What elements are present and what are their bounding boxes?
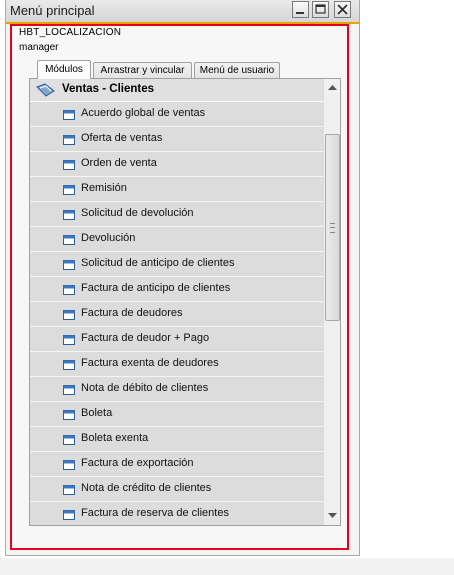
- list-item-label: Factura de deudores: [81, 307, 183, 319]
- list-item[interactable]: Factura de deudores: [30, 302, 323, 327]
- list-item[interactable]: Factura de exportación: [30, 452, 323, 477]
- chevron-up-icon: [327, 85, 337, 90]
- list-item[interactable]: Factura de anticipo de clientes: [30, 277, 323, 302]
- title-bar[interactable]: Menú principal: [6, 0, 359, 24]
- sales-folder-icon: [36, 83, 56, 101]
- list-item-label: Factura de reserva de clientes: [81, 507, 229, 519]
- list-item[interactable]: Orden de venta: [30, 152, 323, 177]
- list-item[interactable]: Solicitud de anticipo de clientes: [30, 252, 323, 277]
- list-item-label: Factura de deudor + Pago: [81, 332, 210, 344]
- list-item-label: Factura exenta de deudores: [81, 357, 219, 369]
- form-icon: [63, 310, 75, 323]
- form-icon: [63, 360, 75, 373]
- list-item[interactable]: Boleta exenta: [30, 427, 323, 452]
- scroll-up-button[interactable]: [325, 80, 339, 96]
- list-item-label: Solicitud de anticipo de clientes: [81, 257, 235, 269]
- list-item-label: Acuerdo global de ventas: [81, 107, 206, 119]
- form-icon: [63, 285, 75, 298]
- list-item[interactable]: Factura exenta de deudores: [30, 352, 323, 377]
- tab-arrastrar-y-vincular[interactable]: Arrastrar y vincular: [93, 62, 192, 78]
- form-icon: [63, 160, 75, 173]
- list-item[interactable]: Oferta de ventas: [30, 127, 323, 152]
- form-icon: [63, 510, 75, 523]
- list-item-label: Solicitud de devolución: [81, 207, 194, 219]
- form-icon: [63, 260, 75, 273]
- list-item[interactable]: Remisión: [30, 177, 323, 202]
- form-icon: [63, 235, 75, 248]
- window-title: Menú principal: [10, 3, 95, 18]
- list-item-label: Nota de crédito de clientes: [81, 482, 212, 494]
- list-item[interactable]: Nota de crédito de clientes: [30, 477, 323, 502]
- list-item[interactable]: Factura de reserva de clientes: [30, 502, 323, 525]
- maximize-button[interactable]: [312, 1, 329, 18]
- list-item[interactable]: Devolución: [30, 227, 323, 252]
- list-item[interactable]: Acuerdo global de ventas: [30, 102, 323, 127]
- vertical-scrollbar[interactable]: [323, 79, 340, 525]
- user-name: manager: [19, 42, 59, 53]
- close-button[interactable]: [334, 1, 351, 18]
- list-item-label: Factura de exportación: [81, 457, 194, 469]
- scroll-down-button[interactable]: [325, 508, 339, 524]
- list-item-label: Nota de débito de clientes: [81, 382, 209, 394]
- list-item[interactable]: Factura de deudor + Pago: [30, 327, 323, 352]
- list-item[interactable]: Solicitud de devolución: [30, 202, 323, 227]
- form-icon: [63, 210, 75, 223]
- form-icon: [63, 485, 75, 498]
- modules-panel: Ventas - Clientes Acuerdo global de vent…: [29, 78, 341, 526]
- menu-list: Acuerdo global de ventas Oferta de ventas…: [30, 102, 323, 525]
- list-item[interactable]: Boleta: [30, 402, 323, 427]
- list-item-label: Devolución: [81, 232, 136, 244]
- list-item-label: Oferta de ventas: [81, 132, 163, 144]
- form-icon: [63, 135, 75, 148]
- minimize-icon: [296, 12, 304, 14]
- form-icon: [63, 110, 75, 123]
- list-item-label: Orden de venta: [81, 157, 157, 169]
- grip-icon: [330, 223, 335, 233]
- tab-menu-de-usuario[interactable]: Menú de usuario: [194, 62, 280, 78]
- form-icon: [63, 335, 75, 348]
- minimize-button[interactable]: [292, 1, 309, 18]
- form-icon: [63, 410, 75, 423]
- status-area: [0, 558, 454, 575]
- list-item-label: Remisión: [81, 182, 127, 194]
- chevron-down-icon: [327, 513, 337, 518]
- scroll-thumb[interactable]: [325, 134, 340, 321]
- list-item-label: Factura de anticipo de clientes: [81, 282, 231, 294]
- form-icon: [63, 185, 75, 198]
- section-header[interactable]: Ventas - Clientes: [30, 79, 323, 101]
- maximize-icon: [315, 4, 326, 14]
- form-icon: [63, 460, 75, 473]
- section-title: Ventas - Clientes: [62, 83, 155, 95]
- company-name: HBT_LOCALIZACION: [19, 27, 122, 38]
- list-item[interactable]: Nota de débito de clientes: [30, 377, 323, 402]
- close-icon: [337, 4, 348, 15]
- form-icon: [63, 385, 75, 398]
- list-item-label: Boleta exenta: [81, 432, 149, 444]
- form-icon: [63, 435, 75, 448]
- tab-modulos[interactable]: Módulos: [37, 60, 91, 79]
- list-item-label: Boleta: [81, 407, 113, 419]
